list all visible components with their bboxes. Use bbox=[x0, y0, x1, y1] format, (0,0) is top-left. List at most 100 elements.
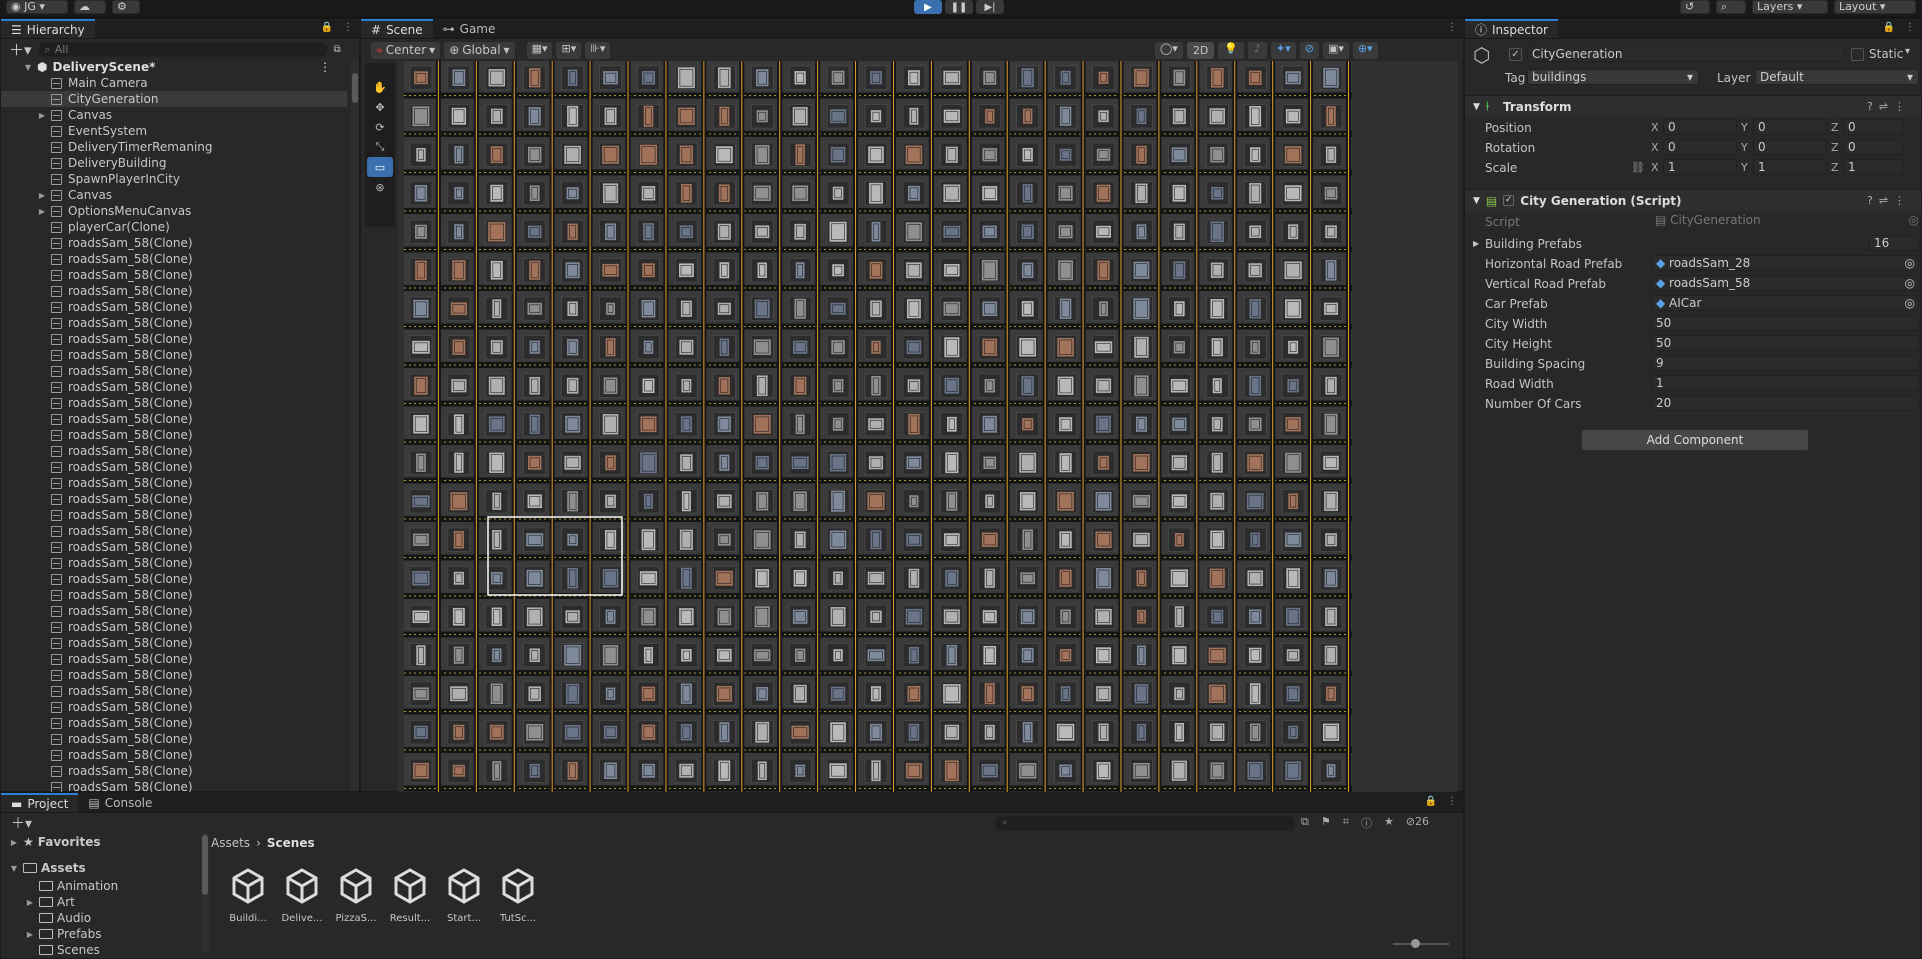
assets-root-row[interactable]: ▼ Assets bbox=[9, 861, 86, 875]
hierarchy-item[interactable]: roadsSam_58(Clone) bbox=[1, 523, 347, 539]
hierarchy-item[interactable]: roadsSam_58(Clone) bbox=[1, 347, 347, 363]
transform-rotation-z-field[interactable]: 0 bbox=[1843, 139, 1903, 155]
align-dropdown[interactable]: ⊪▾ bbox=[585, 41, 611, 59]
object-picker-icon[interactable]: ◎ bbox=[1905, 296, 1915, 310]
search-icon[interactable]: ⌕ bbox=[1716, 0, 1746, 14]
transform-scale-z-field[interactable]: 1 bbox=[1843, 159, 1903, 175]
hierarchy-item[interactable]: roadsSam_58(Clone) bbox=[1, 507, 347, 523]
object-picker-icon[interactable]: ◎ bbox=[1905, 256, 1915, 270]
layers-dropdown[interactable]: Layers ▾ bbox=[1752, 0, 1828, 14]
transform-rotation-y-field[interactable]: 0 bbox=[1753, 139, 1827, 155]
lock-icon[interactable]: 🔒 bbox=[1425, 796, 1437, 807]
collapse-arrow-icon[interactable]: ▼ bbox=[1473, 196, 1480, 206]
hierarchy-item[interactable]: CityGeneration bbox=[1, 91, 347, 107]
script-field-value[interactable]: 1 bbox=[1651, 375, 1919, 391]
hierarchy-item[interactable]: roadsSam_58(Clone) bbox=[1, 587, 347, 603]
script-field-value[interactable]: 50 bbox=[1651, 335, 1919, 351]
folder-item[interactable]: Animation bbox=[25, 879, 118, 893]
expand-arrow-icon[interactable]: ▶ bbox=[37, 207, 47, 216]
add-plus-icon[interactable]: ＋▾ bbox=[11, 813, 32, 833]
hierarchy-item[interactable]: roadsSam_58(Clone) bbox=[1, 395, 347, 411]
active-checkbox[interactable]: ✓ bbox=[1509, 48, 1522, 61]
history-icon[interactable]: ↺ bbox=[1680, 0, 1710, 14]
hierarchy-item[interactable]: roadsSam_58(Clone) bbox=[1, 379, 347, 395]
expand-arrow-icon[interactable]: ▶ bbox=[37, 111, 47, 120]
collapse-arrow-icon[interactable]: ▼ bbox=[1473, 102, 1480, 112]
constrain-proportions-icon[interactable]: ⛓ bbox=[1631, 161, 1645, 174]
tag-icon[interactable]: ⌗ bbox=[1343, 815, 1349, 831]
lock-icon[interactable]: 🔒 bbox=[321, 22, 333, 33]
hierarchy-item[interactable]: ▶ OptionsMenuCanvas bbox=[1, 203, 347, 219]
hierarchy-item[interactable]: roadsSam_58(Clone) bbox=[1, 427, 347, 443]
expand-arrow-icon[interactable]: ▼ bbox=[23, 63, 33, 72]
scene-asset[interactable]: TutSc... bbox=[492, 868, 544, 924]
transform-rotation-x-field[interactable]: 0 bbox=[1663, 139, 1737, 155]
account-button[interactable]: ◉ JG ▾ bbox=[6, 0, 68, 14]
cloud-button[interactable]: ☁ bbox=[74, 0, 106, 14]
toggle-2d-button[interactable]: 2D bbox=[1186, 41, 1215, 59]
increment-snap-dropdown[interactable]: ⊞▾ bbox=[556, 41, 582, 59]
hierarchy-item[interactable]: roadsSam_58(Clone) bbox=[1, 683, 347, 699]
transform-header[interactable]: ▼ ⟊ Transform ?⇌⋮ bbox=[1465, 95, 1921, 117]
project-search-input[interactable]: ⌕ bbox=[995, 815, 1295, 831]
rotate-tool-icon[interactable]: ⟳ bbox=[367, 117, 393, 137]
grid-snap-dropdown[interactable]: ▦▾ bbox=[526, 41, 553, 59]
hand-tool-icon[interactable]: ✋ bbox=[367, 77, 393, 97]
star-icon[interactable]: ★ bbox=[1384, 815, 1394, 831]
scale-tool-icon[interactable]: ⤡ bbox=[367, 137, 393, 157]
camera-dropdown[interactable]: ▣▾ bbox=[1323, 41, 1349, 59]
hierarchy-item[interactable]: playerCar(Clone) bbox=[1, 219, 347, 235]
layout-dropdown[interactable]: Layout ▾ bbox=[1834, 0, 1916, 14]
hierarchy-item[interactable]: roadsSam_58(Clone) bbox=[1, 331, 347, 347]
script-field-value[interactable]: 20 bbox=[1651, 395, 1919, 411]
hierarchy-item[interactable]: roadsSam_58(Clone) bbox=[1, 603, 347, 619]
kebab-menu-icon[interactable]: ⋮ bbox=[319, 60, 331, 74]
space-dropdown[interactable]: ⊕ Global ▾ bbox=[444, 41, 515, 59]
hierarchy-item[interactable]: roadsSam_58(Clone) bbox=[1, 235, 347, 251]
transform-position-z-field[interactable]: 0 bbox=[1843, 119, 1903, 135]
layer-dropdown[interactable]: Default ▾ bbox=[1755, 69, 1919, 85]
scene-viewport[interactable] bbox=[398, 61, 1458, 793]
hierarchy-item[interactable]: roadsSam_58(Clone) bbox=[1, 555, 347, 571]
object-name-field[interactable]: CityGeneration bbox=[1527, 46, 1845, 62]
hierarchy-item[interactable]: roadsSam_58(Clone) bbox=[1, 747, 347, 763]
scene-root-row[interactable]: ▼ ⬢ DeliveryScene* ⋮ bbox=[1, 59, 351, 75]
hierarchy-item[interactable]: roadsSam_58(Clone) bbox=[1, 459, 347, 475]
hierarchy-item[interactable]: roadsSam_58(Clone) bbox=[1, 411, 347, 427]
hierarchy-item[interactable]: roadsSam_58(Clone) bbox=[1, 491, 347, 507]
pivot-dropdown[interactable]: ⌖ Center ▾ bbox=[371, 41, 441, 59]
tab-console[interactable]: ▤ Console bbox=[78, 793, 162, 812]
draw-mode-dropdown[interactable]: ◯▾ bbox=[1155, 41, 1183, 59]
expand-arrow-icon[interactable]: ▶ bbox=[25, 930, 35, 939]
settings-gear-icon[interactable]: ⚙ bbox=[112, 0, 140, 14]
tab-scene[interactable]: # Scene bbox=[361, 19, 433, 38]
hierarchy-item[interactable]: roadsSam_58(Clone) bbox=[1, 363, 347, 379]
audio-icon[interactable]: ♪ bbox=[1248, 41, 1268, 59]
hierarchy-item[interactable]: roadsSam_58(Clone) bbox=[1, 315, 347, 331]
hierarchy-item[interactable]: roadsSam_58(Clone) bbox=[1, 619, 347, 635]
component-menu-icons[interactable]: ?⇌⋮ bbox=[1867, 194, 1911, 207]
hierarchy-item[interactable]: roadsSam_58(Clone) bbox=[1, 251, 347, 267]
folder-item[interactable]: ▶ Art bbox=[25, 895, 75, 909]
hierarchy-item[interactable]: roadsSam_58(Clone) bbox=[1, 715, 347, 731]
kebab-menu-icon[interactable]: ⋮ bbox=[1447, 796, 1457, 807]
hierarchy-item[interactable]: ▶ Canvas bbox=[1, 187, 347, 203]
expand-arrow-icon[interactable]: ▼ bbox=[9, 864, 19, 873]
expand-arrow-icon[interactable]: ▶ bbox=[1473, 239, 1479, 248]
script-field-value[interactable]: 50 bbox=[1651, 315, 1919, 331]
static-dropdown[interactable]: ▾ bbox=[1905, 46, 1910, 57]
hidden-packages-icon[interactable]: ⊘26 bbox=[1406, 815, 1429, 831]
hierarchy-item[interactable]: Main Camera bbox=[1, 75, 347, 91]
search-filter-icon[interactable]: ⧉ bbox=[334, 44, 341, 55]
tab-project[interactable]: ▬ Project bbox=[1, 793, 79, 812]
hierarchy-item[interactable]: EventSystem bbox=[1, 123, 347, 139]
filter-label-icon[interactable]: ⚑ bbox=[1321, 815, 1331, 831]
hierarchy-item[interactable]: roadsSam_58(Clone) bbox=[1, 763, 347, 779]
transform-scale-y-field[interactable]: 1 bbox=[1753, 159, 1827, 175]
kebab-menu-icon[interactable]: ⋮ bbox=[1905, 22, 1915, 33]
transform-position-y-field[interactable]: 0 bbox=[1753, 119, 1827, 135]
component-menu-icons[interactable]: ?⇌⋮ bbox=[1867, 100, 1911, 113]
project-tree-scrollbar[interactable] bbox=[201, 833, 209, 951]
tab-game[interactable]: ⊶ Game bbox=[433, 19, 506, 38]
scene-asset[interactable]: PizzaS... bbox=[330, 868, 382, 924]
